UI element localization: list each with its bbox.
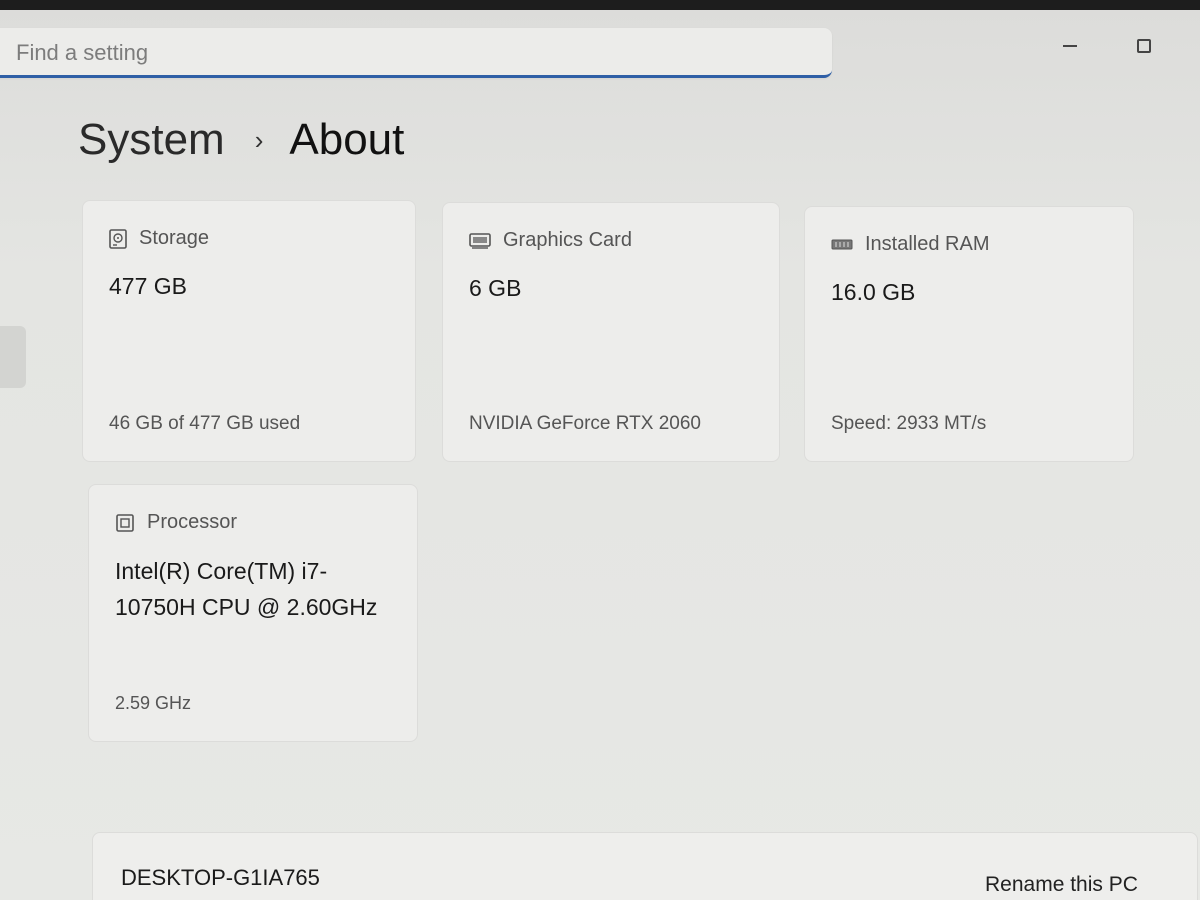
installed-ram-card[interactable]: Installed RAM 16.0 GB Speed: 2933 MT/s: [804, 206, 1134, 462]
minimize-icon: [1063, 45, 1077, 47]
ram-detail: Speed: 2933 MT/s: [831, 413, 987, 434]
storage-label: Storage: [139, 227, 210, 249]
storage-card[interactable]: Storage 477 GB 46 GB of 477 GB used: [82, 200, 416, 462]
processor-value: Intel(R) Core(TM) i7-10750H CPU @ 2.60GH…: [115, 558, 378, 620]
storage-header: Storage: [109, 227, 209, 250]
rename-pc-button[interactable]: Rename this PC: [985, 873, 1138, 897]
graphics-value: 6 GB: [469, 275, 522, 301]
storage-value: 477 GB: [109, 273, 187, 299]
search-box[interactable]: [0, 28, 832, 78]
maximize-icon: [1137, 39, 1151, 53]
graphics-card-icon: [469, 232, 491, 249]
processor-card[interactable]: Processor Intel(R) Core(TM) i7-10750H CP…: [88, 484, 418, 742]
ram-header: Installed RAM: [831, 233, 990, 256]
maximize-button[interactable]: [1124, 28, 1164, 64]
device-name-card: DESKTOP-G1IA765 Rename this PC: [92, 832, 1198, 900]
storage-icon: [109, 228, 127, 249]
search-input[interactable]: [16, 38, 716, 68]
screen-bezel: [0, 0, 1200, 10]
processor-header: Processor: [115, 511, 237, 534]
processor-detail: 2.59 GHz: [115, 693, 192, 713]
page-title: About: [289, 115, 405, 164]
ram-icon: [831, 239, 853, 251]
graphics-detail: NVIDIA GeForce RTX 2060: [469, 413, 701, 434]
ram-value: 16.0 GB: [831, 279, 916, 305]
device-name: DESKTOP-G1IA765: [121, 865, 320, 890]
breadcrumb-separator: ›: [254, 124, 264, 155]
processor-icon: [115, 513, 135, 533]
graphics-card-card[interactable]: Graphics Card 6 GB NVIDIA GeForce RTX 20…: [442, 202, 780, 462]
storage-detail: 46 GB of 477 GB used: [109, 413, 301, 434]
settings-window: System › About Storage 477 GB 46 GB of 4…: [0, 0, 1200, 900]
graphics-label: Graphics Card: [503, 229, 632, 251]
sidebar-edge[interactable]: [0, 326, 26, 388]
ram-label: Installed RAM: [865, 233, 990, 255]
breadcrumb-system[interactable]: System: [78, 115, 225, 165]
processor-label: Processor: [147, 511, 238, 533]
minimize-button[interactable]: [1050, 28, 1090, 64]
graphics-header: Graphics Card: [469, 229, 632, 252]
breadcrumb: System › About: [78, 110, 404, 170]
